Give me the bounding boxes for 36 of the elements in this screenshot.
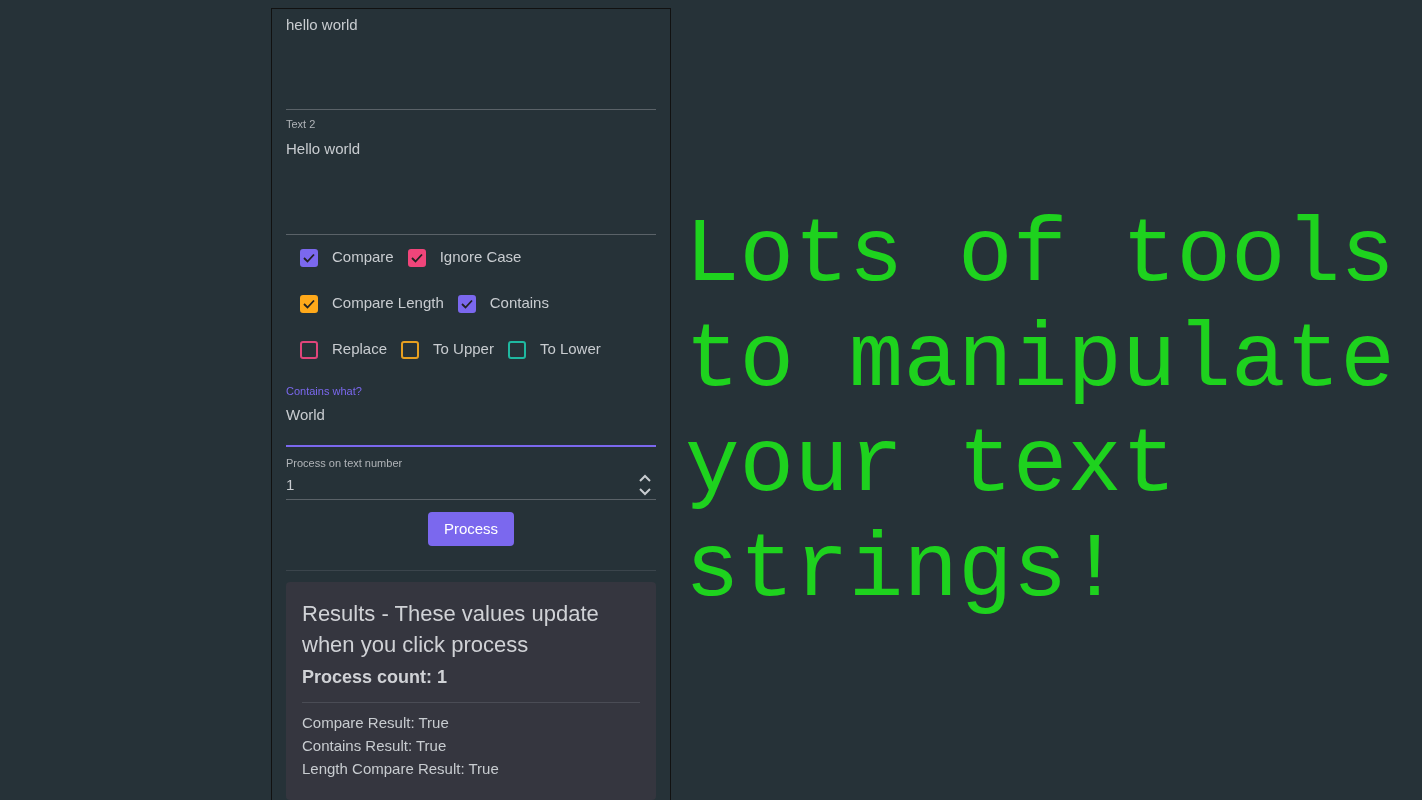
checkbox-option[interactable]: Replace	[300, 338, 388, 361]
result-line: Compare Result: True	[302, 713, 450, 733]
field-label: Text 2	[286, 117, 316, 132]
checkbox-option[interactable]: To Lower	[507, 338, 601, 361]
results-title: Results - These values update when you click process	[302, 600, 600, 659]
checkbox-option[interactable]: Compare	[300, 246, 394, 269]
checkbox[interactable]	[300, 248, 318, 267]
result-line: Contains Result: True	[302, 736, 448, 756]
text-area[interactable]: Text 2 Hello world	[286, 110, 656, 235]
check-icon	[410, 252, 423, 263]
checkbox[interactable]	[407, 248, 426, 267]
check-icon	[303, 252, 315, 263]
checkbox[interactable]	[457, 294, 476, 313]
result-line: Length Compare Result: True	[302, 759, 500, 779]
field-label: Contains what?	[286, 383, 362, 399]
checkbox-option[interactable]: Compare Length	[300, 292, 444, 315]
check-icon	[303, 298, 315, 309]
process-count: Process count: 1	[302, 666, 449, 689]
checkbox-option[interactable]: Ignore Case	[407, 246, 522, 269]
checkbox[interactable]	[300, 294, 318, 313]
caption-text: Lots of tools to manipulate your text strings!	[685, 203, 1396, 624]
checkbox-option[interactable]: Contains	[457, 292, 549, 315]
text-value: hello world	[286, 15, 359, 35]
text-area[interactable]: hello world	[286, 9, 656, 110]
text-value: Hello world	[286, 138, 361, 159]
check-icon	[460, 298, 473, 309]
checkbox[interactable]	[300, 340, 318, 359]
field-label: Process on text number	[286, 456, 403, 472]
number-field[interactable]: Process on text number 1	[286, 447, 656, 500]
checkbox[interactable]	[401, 340, 420, 359]
process-button[interactable]: Process	[427, 511, 515, 546]
field-value: World	[286, 405, 325, 426]
field-value: 1	[286, 474, 295, 495]
checkbox[interactable]	[507, 340, 526, 359]
checkbox-option[interactable]: To Upper	[401, 338, 494, 361]
text-field[interactable]: Contains what? World	[286, 374, 656, 448]
